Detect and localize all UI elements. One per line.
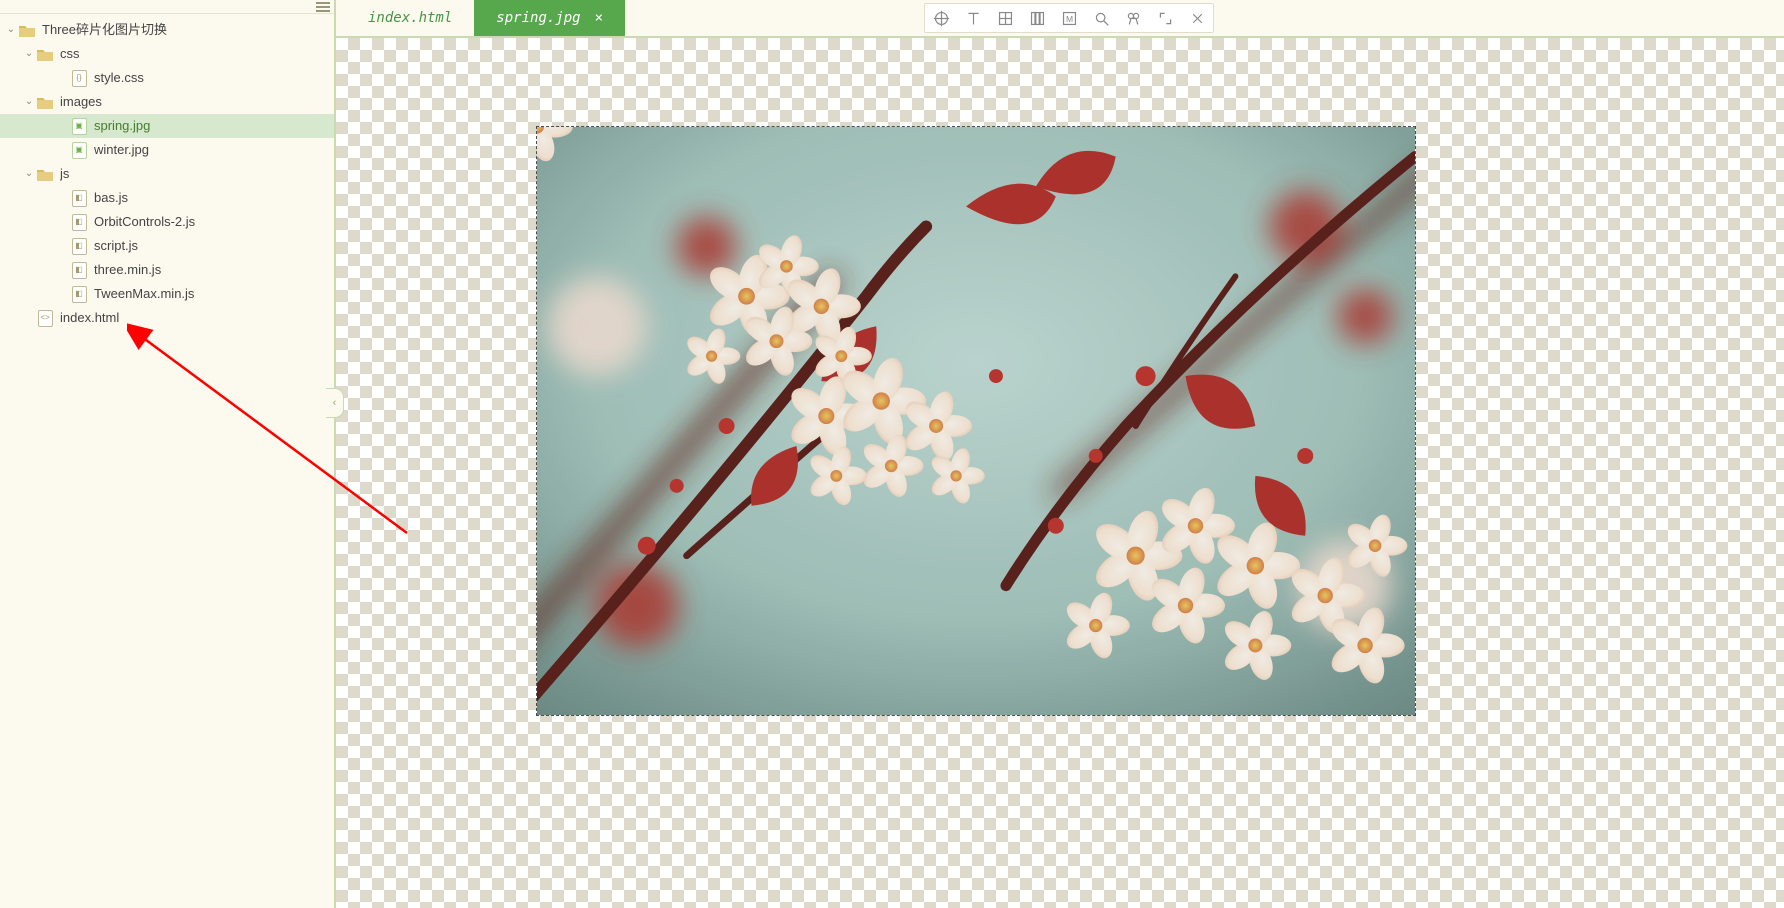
tree-item-label: css [60, 42, 334, 66]
tree-item-label: script.js [94, 234, 334, 258]
image-toolbar: M [924, 3, 1214, 33]
image-file-icon: ▣ [70, 117, 88, 135]
tree-item-label: style.css [94, 66, 334, 90]
tree-item-label: Three碎片化图片切换 [42, 18, 334, 42]
sidebar-menu-bar [0, 0, 334, 14]
tab-label: spring.jpg [496, 10, 580, 26]
tree-item-label: spring.jpg [94, 114, 334, 138]
tree-item-label: images [60, 90, 334, 114]
grid-icon[interactable] [989, 4, 1021, 32]
center-icon[interactable] [925, 4, 957, 32]
tree-item-label: TweenMax.min.js [94, 282, 334, 306]
close-icon[interactable] [1181, 4, 1213, 32]
css-file-icon: {} [70, 69, 88, 87]
editor-main: index.html spring.jpg × M [336, 0, 1784, 908]
tree-item-label: three.min.js [94, 258, 334, 282]
folder-icon [36, 45, 54, 63]
em-box-icon[interactable]: M [1053, 4, 1085, 32]
tree-item[interactable]: ⌄ images [0, 90, 334, 114]
tab-label: index.html [368, 10, 452, 26]
image-viewport[interactable] [336, 38, 1784, 908]
js-file-icon: ◧ [70, 213, 88, 231]
chevron-down-icon[interactable]: ⌄ [22, 42, 36, 66]
image-preview [536, 126, 1416, 716]
text-tool-icon[interactable] [957, 4, 989, 32]
spring-illustration [537, 127, 1415, 715]
tree-item[interactable]: <> index.html [0, 306, 334, 330]
html-file-icon: <> [36, 309, 54, 327]
hamburger-icon[interactable] [316, 2, 330, 12]
image-file-icon: ▣ [70, 141, 88, 159]
tree-item-label: js [60, 162, 334, 186]
sidebar-collapse-handle[interactable]: ‹ [326, 388, 344, 418]
tree-item[interactable]: ◧ TweenMax.min.js [0, 282, 334, 306]
chevron-down-icon[interactable]: ⌄ [22, 90, 36, 114]
folder-icon [36, 93, 54, 111]
tree-item-label: bas.js [94, 186, 334, 210]
tab-active[interactable]: spring.jpg × [474, 0, 625, 36]
tree-item[interactable]: ▣ winter.jpg [0, 138, 334, 162]
columns-icon[interactable] [1021, 4, 1053, 32]
folder-icon [18, 21, 36, 39]
zoom-icon[interactable] [1085, 4, 1117, 32]
tree-item[interactable]: ◧ three.min.js [0, 258, 334, 282]
tree-item-label: winter.jpg [94, 138, 334, 162]
project-sidebar: ⌄ Three碎片化图片切换⌄ css{}style.css⌄ images▣s… [0, 0, 336, 908]
tree-item[interactable]: ◧ script.js [0, 234, 334, 258]
tree-item[interactable]: ⌄ js [0, 162, 334, 186]
folder-icon [36, 165, 54, 183]
chevron-left-icon: ‹ [333, 397, 337, 409]
js-file-icon: ◧ [70, 237, 88, 255]
tree-item[interactable]: ⌄ css [0, 42, 334, 66]
tree-item-label: index.html [60, 306, 334, 330]
tree-item[interactable]: ◧ OrbitControls-2.js [0, 210, 334, 234]
js-file-icon: ◧ [70, 189, 88, 207]
expand-icon[interactable] [1149, 4, 1181, 32]
crop-icon[interactable] [1117, 4, 1149, 32]
tree-item[interactable]: ▣ spring.jpg [0, 114, 334, 138]
tree-item[interactable]: ⌄ Three碎片化图片切换 [0, 18, 334, 42]
close-icon[interactable]: × [595, 10, 603, 26]
tree-item-label: OrbitControls-2.js [94, 210, 334, 234]
tree-item[interactable]: ◧ bas.js [0, 186, 334, 210]
chevron-down-icon[interactable]: ⌄ [4, 18, 18, 42]
svg-text:M: M [1065, 13, 1072, 23]
js-file-icon: ◧ [70, 261, 88, 279]
tab-inactive[interactable]: index.html [346, 0, 474, 36]
file-tree: ⌄ Three碎片化图片切换⌄ css{}style.css⌄ images▣s… [0, 14, 334, 908]
app-root: ⌄ Three碎片化图片切换⌄ css{}style.css⌄ images▣s… [0, 0, 1784, 908]
tree-item[interactable]: {} style.css [0, 66, 334, 90]
js-file-icon: ◧ [70, 285, 88, 303]
chevron-down-icon[interactable]: ⌄ [22, 162, 36, 186]
